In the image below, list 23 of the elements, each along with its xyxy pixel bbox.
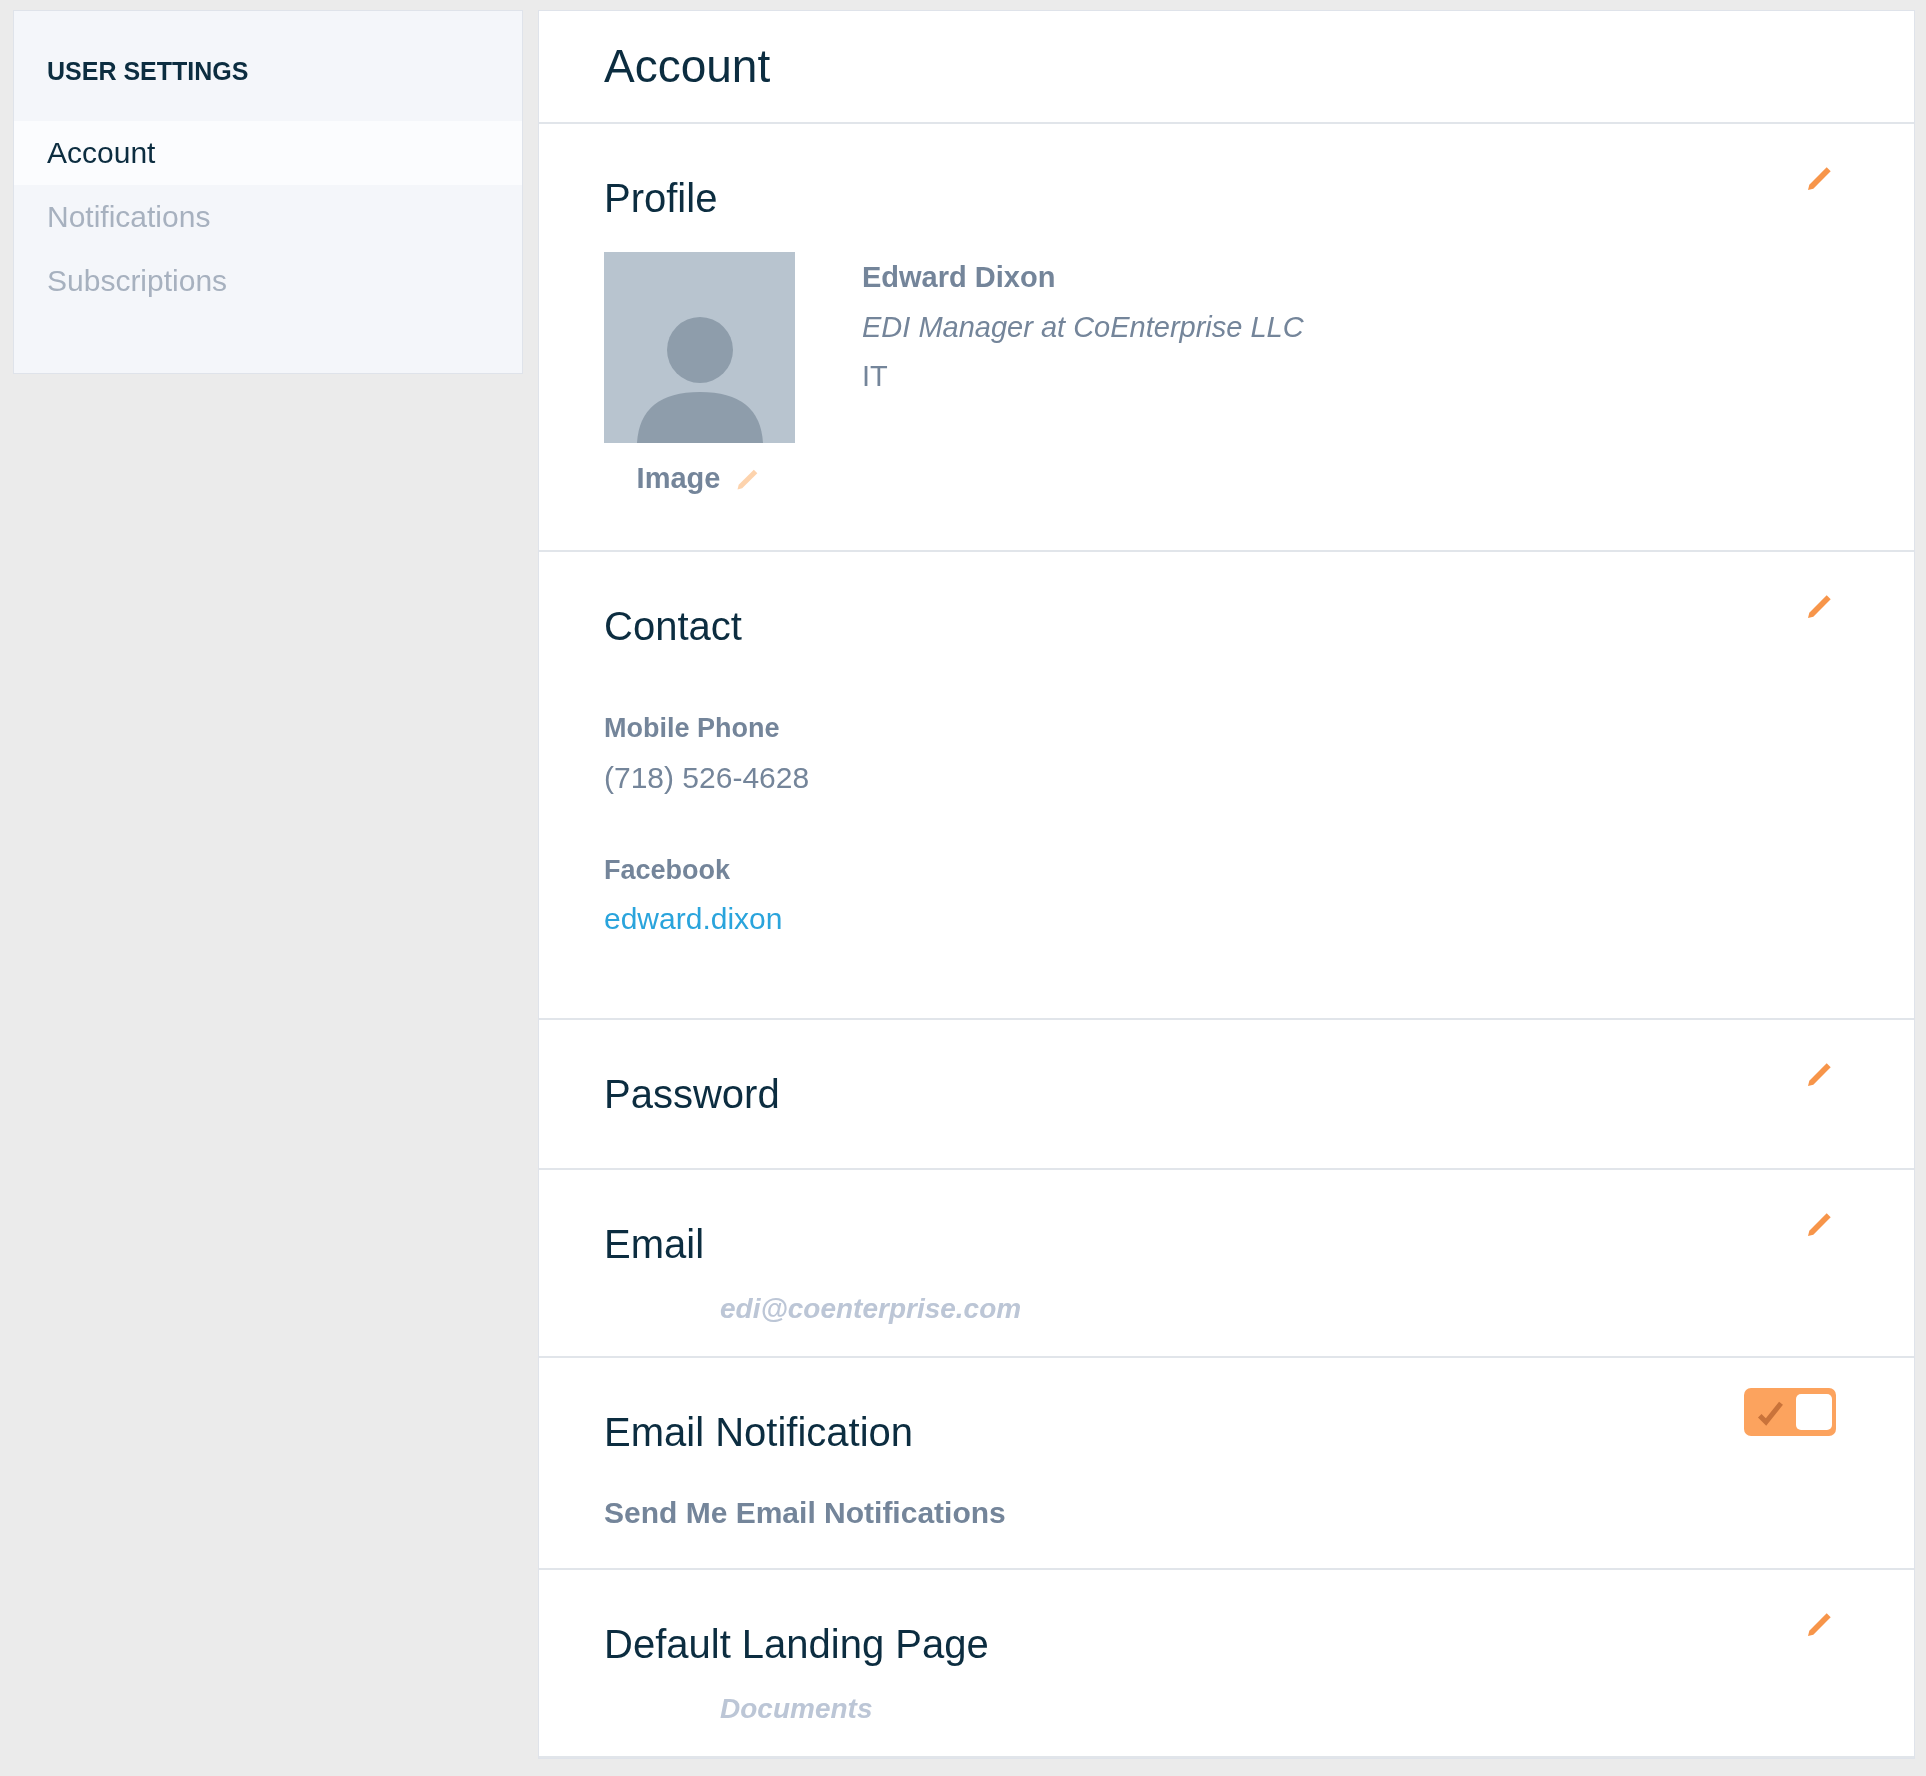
page-title: Account <box>604 39 771 94</box>
section-title: Default Landing Page <box>604 1621 989 1668</box>
field-label: Facebook <box>604 853 732 887</box>
department: IT <box>862 359 889 394</box>
toggle-label: Send Me Email Notifications <box>604 1495 1007 1531</box>
user-name: Edward Dixon <box>862 260 1057 295</box>
field-value: (718) 526-4628 <box>604 759 811 796</box>
sidebar-title: USER SETTINGS <box>46 56 250 87</box>
field-label: Mobile Phone <box>604 712 781 745</box>
image-label: Image <box>636 461 721 496</box>
section-title: Email Notification <box>604 1409 913 1456</box>
setting-value: Documents <box>719 1692 874 1726</box>
section-title: Profile <box>604 175 718 222</box>
setting-value: edi@coenterprise.com <box>719 1292 1023 1326</box>
toggle-switch[interactable] <box>1744 1388 1836 1436</box>
section-title: Contact <box>604 603 742 650</box>
section-title: Password <box>604 1071 780 1118</box>
sidebar-item[interactable]: Account <box>14 120 522 185</box>
sidebar-item[interactable]: Subscriptions <box>14 248 522 313</box>
sidebar-item[interactable]: Notifications <box>14 184 522 249</box>
job-title: EDI Manager at CoEnterprise LLC <box>862 309 1304 345</box>
section-title: Email <box>604 1221 705 1268</box>
facebook-link[interactable]: edward.dixon <box>604 896 783 941</box>
